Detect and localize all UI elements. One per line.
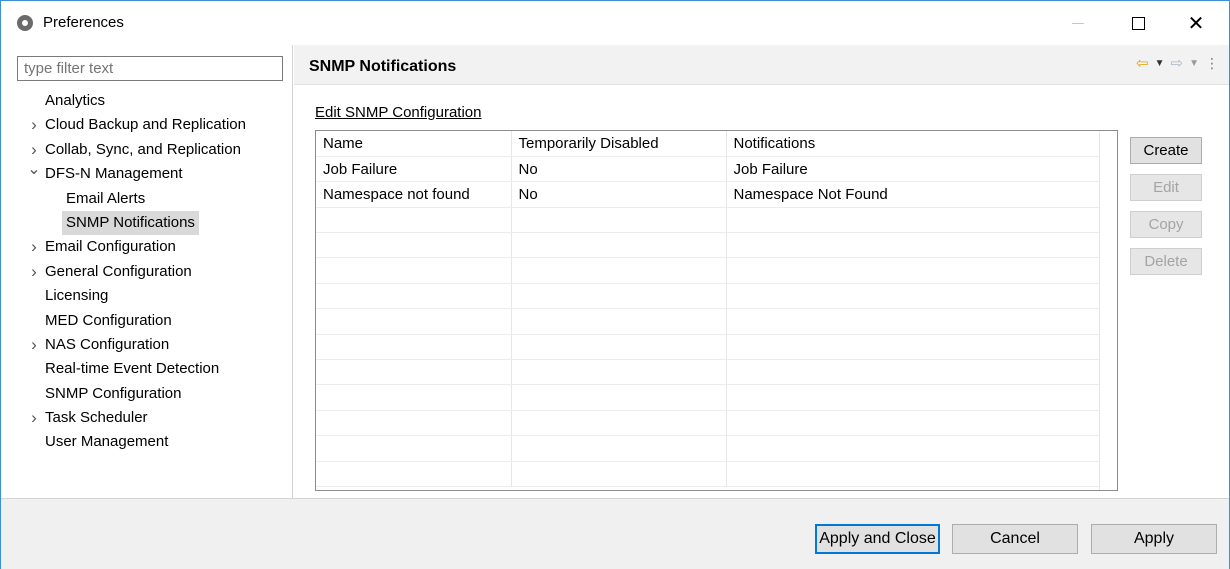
empty-table-row — [316, 410, 1101, 437]
create-button[interactable]: Create — [1130, 137, 1202, 164]
page-navigation: ⇦ ▼ ⇨ ▼ ⋮ — [1136, 54, 1219, 73]
page-header: SNMP Notifications ⇦ ▼ ⇨ ▼ ⋮ — [294, 45, 1229, 85]
forward-arrow-icon[interactable]: ⇨ — [1171, 54, 1184, 72]
preferences-tree: Analytics › Cloud Backup and Replication › C… — [1, 89, 291, 455]
preferences-window: Preferences ✕ Analytics›Cloud Backup and… — [0, 0, 1230, 569]
preferences-tree-pane: Analytics›Cloud Backup and Replication›C… — [1, 45, 293, 498]
chevron-right-icon[interactable]: › — [27, 406, 41, 430]
tree-item-label: DFS-N Management — [45, 165, 183, 183]
tree-item-label: Licensing — [45, 287, 109, 305]
window-title: Preferences — [43, 14, 124, 31]
copy-button[interactable]: Copy — [1130, 211, 1202, 238]
table-row[interactable]: Job Failure No Job Failure — [316, 156, 1101, 183]
empty-table-row — [316, 359, 1101, 386]
tree-item[interactable]: › Email Configuration — [1, 235, 291, 259]
chevron-down-icon[interactable]: ⌄ — [27, 158, 41, 182]
chevron-right-icon[interactable]: › — [27, 113, 41, 137]
tree-item[interactable]: › Task Scheduler — [1, 406, 291, 430]
tree-item-label: General Configuration — [45, 262, 192, 280]
tree-item-label: Task Scheduler — [45, 409, 148, 427]
tree-item[interactable]: › Collab, Sync, and Replication — [1, 138, 291, 162]
table-cell: No — [511, 156, 727, 183]
table-cell: No — [511, 181, 727, 208]
table-header-row: Name Temporarily Disabled Notifications — [316, 131, 1101, 157]
column-header-notifications[interactable]: Notifications — [726, 131, 1101, 157]
apply-and-close-button[interactable]: Apply and Close — [815, 524, 940, 554]
notifications-table: Name Temporarily Disabled Notifications … — [315, 130, 1118, 491]
tree-item[interactable]: Licensing — [1, 284, 291, 308]
notification-actions: Create Edit Copy Delete — [1130, 137, 1202, 285]
tree-item-label: Email Alerts — [66, 189, 146, 207]
preference-page: SNMP Notifications ⇦ ▼ ⇨ ▼ ⋮ Edit SNMP C… — [294, 45, 1229, 498]
tree-item-label: NAS Configuration — [45, 335, 170, 353]
table-cell: Job Failure — [316, 156, 512, 183]
back-dropdown-icon[interactable]: ▼ — [1155, 58, 1165, 69]
tree-item[interactable]: › NAS Configuration — [1, 333, 291, 357]
view-menu-icon[interactable]: ⋮ — [1205, 55, 1219, 72]
tree-item[interactable]: Email Alerts — [1, 187, 291, 211]
tree-item-label: Collab, Sync, and Replication — [45, 140, 241, 158]
delete-button[interactable]: Delete — [1130, 248, 1202, 275]
tree-item[interactable]: › Cloud Backup and Replication — [1, 113, 291, 137]
close-icon: ✕ — [1187, 12, 1205, 35]
dialog-button-bar: Apply and Close Cancel Apply — [1, 498, 1229, 569]
table-scroll-gutter — [1099, 131, 1117, 490]
empty-table-row — [316, 308, 1101, 335]
tree-item-label: MED Configuration — [45, 311, 172, 329]
tree-item-label: SNMP Notifications — [62, 210, 199, 235]
column-header-name[interactable]: Name — [316, 131, 512, 157]
table-cell: Job Failure — [726, 156, 1101, 183]
minimize-button[interactable] — [1055, 1, 1101, 45]
forward-dropdown-icon[interactable]: ▼ — [1189, 58, 1199, 69]
table-cell: Namespace not found — [316, 181, 512, 208]
tree-item[interactable]: SNMP Configuration — [1, 382, 291, 406]
maximize-button[interactable] — [1115, 1, 1161, 45]
back-arrow-icon[interactable]: ⇦ — [1136, 54, 1149, 72]
empty-table-row — [316, 461, 1101, 487]
tree-item-label: Email Configuration — [45, 238, 176, 256]
cancel-button[interactable]: Cancel — [952, 524, 1078, 554]
tree-item-label: Real-time Event Detection — [45, 360, 220, 378]
tree-item[interactable]: ⌄ DFS-N Management — [1, 161, 291, 186]
tree-item-label: Cloud Backup and Replication — [45, 116, 246, 134]
empty-table-row — [316, 283, 1101, 310]
tree-item[interactable]: › General Configuration — [1, 260, 291, 284]
tree-item[interactable]: Real-time Event Detection — [1, 357, 291, 381]
tree-item[interactable]: User Management — [1, 430, 291, 454]
tree-item[interactable]: SNMP Notifications — [1, 210, 291, 235]
filter-input[interactable] — [17, 56, 283, 81]
tree-item-label: SNMP Configuration — [45, 384, 182, 402]
minimize-icon — [1072, 22, 1084, 24]
tree-item[interactable]: MED Configuration — [1, 309, 291, 333]
empty-table-row — [316, 334, 1101, 361]
empty-table-row — [316, 384, 1101, 411]
close-button[interactable]: ✕ — [1173, 1, 1219, 45]
column-header-temporarily-disabled[interactable]: Temporarily Disabled — [511, 131, 727, 157]
edit-button[interactable]: Edit — [1130, 174, 1202, 201]
maximize-icon — [1131, 16, 1145, 30]
page-title: SNMP Notifications — [309, 58, 457, 75]
chevron-right-icon[interactable]: › — [27, 333, 41, 357]
empty-table-row — [316, 207, 1101, 234]
tree-item-label: User Management — [45, 433, 169, 451]
edit-snmp-configuration-link[interactable]: Edit SNMP Configuration — [315, 104, 481, 121]
empty-table-row — [316, 435, 1101, 462]
app-logo-icon — [17, 15, 33, 31]
empty-table-row — [316, 232, 1101, 259]
chevron-right-icon[interactable]: › — [27, 235, 41, 259]
title-bar: Preferences ✕ — [1, 1, 1229, 45]
table-row[interactable]: Namespace not found No Namespace Not Found — [316, 181, 1101, 208]
tree-item[interactable]: Analytics — [1, 89, 291, 113]
tree-item-label: Analytics — [45, 92, 106, 109]
empty-table-row — [316, 257, 1101, 284]
chevron-right-icon[interactable]: › — [27, 260, 41, 284]
apply-button[interactable]: Apply — [1091, 524, 1217, 554]
table-cell: Namespace Not Found — [726, 181, 1101, 208]
